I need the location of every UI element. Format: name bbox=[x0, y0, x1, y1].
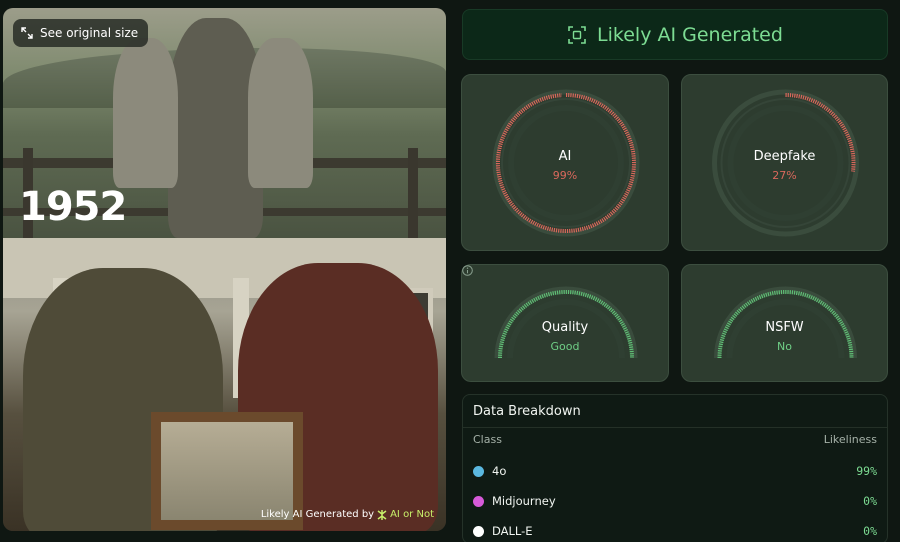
model-color-dot bbox=[473, 495, 484, 507]
breakdown-row: DALL-E 0% bbox=[473, 521, 877, 541]
class-column-header: Class bbox=[473, 433, 502, 446]
quality-gauge-label: Quality bbox=[541, 320, 589, 335]
ai-gauge-value: 99% bbox=[552, 169, 578, 182]
likeliness-column-header: Likeliness bbox=[823, 433, 877, 446]
model-likeliness: 99% bbox=[856, 464, 877, 478]
ai-score-card: AI 99% bbox=[461, 74, 669, 251]
model-likeliness: 0% bbox=[863, 494, 877, 508]
scan-icon bbox=[568, 25, 586, 44]
breakdown-row: Midjourney 0% bbox=[473, 491, 877, 511]
nsfw-score-card: NSFW No bbox=[681, 264, 888, 382]
verdict-label: Likely AI Generated bbox=[597, 23, 783, 46]
breakdown-title: Data Breakdown bbox=[473, 404, 581, 419]
expand-icon bbox=[21, 27, 33, 39]
quality-gauge-value: Good bbox=[550, 340, 580, 353]
ai-gauge-label: AI bbox=[558, 149, 572, 164]
model-name: 4o bbox=[492, 464, 507, 478]
year-label: 1952 bbox=[19, 184, 127, 230]
nsfw-gauge-value: No bbox=[777, 340, 792, 353]
breakdown-header: Class Likeliness bbox=[473, 433, 877, 446]
watermark: Likely AI Generated by AI or Not bbox=[261, 509, 434, 520]
quality-score-card: Quality Good bbox=[461, 264, 669, 382]
nsfw-gauge-label: NSFW bbox=[765, 320, 804, 335]
divider bbox=[463, 427, 887, 428]
watermark-brand: AI or Not bbox=[390, 509, 434, 520]
brand-logo-icon bbox=[377, 509, 387, 520]
model-name: DALL-E bbox=[492, 524, 533, 538]
watermark-prefix: Likely AI Generated by bbox=[260, 509, 375, 520]
analyzed-image: 1952 See original size Likely AI Generat… bbox=[3, 8, 446, 531]
deepfake-gauge-label: Deepfake bbox=[753, 149, 816, 164]
verdict-banner: Likely AI Generated bbox=[462, 9, 888, 60]
info-icon[interactable] bbox=[462, 265, 473, 276]
see-original-size-button[interactable]: See original size bbox=[13, 19, 149, 47]
breakdown-row: 4o 99% bbox=[473, 461, 877, 481]
model-name: Midjourney bbox=[492, 494, 556, 508]
model-likeliness: 0% bbox=[863, 524, 877, 538]
data-breakdown-panel: Data Breakdown Class Likeliness 4o 99% M… bbox=[462, 394, 888, 542]
deepfake-score-card: Deepfake 27% bbox=[681, 74, 888, 251]
model-color-dot bbox=[473, 465, 484, 477]
see-original-size-label: See original size bbox=[40, 26, 139, 40]
deepfake-gauge-value: 27% bbox=[772, 169, 797, 182]
model-color-dot bbox=[473, 525, 484, 537]
